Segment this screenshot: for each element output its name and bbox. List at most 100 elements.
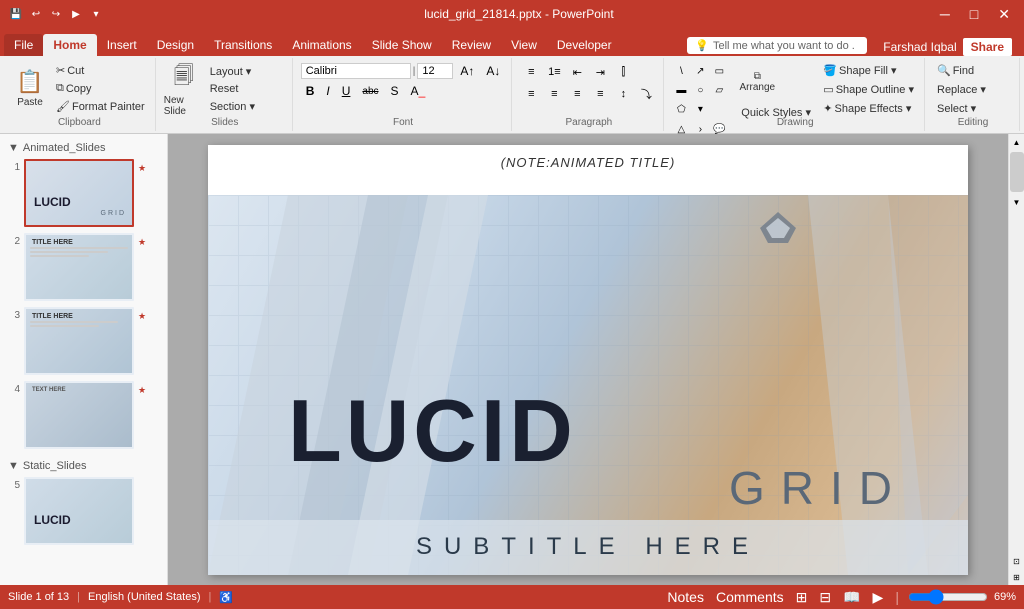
font-name-input[interactable] <box>301 63 411 79</box>
scroll-down-button[interactable]: ▼ <box>1009 194 1024 210</box>
shape-parallelogram[interactable]: ▱ <box>710 81 728 99</box>
slide-thumb-4[interactable]: 4 TEXT HERE ★ <box>4 378 163 452</box>
replace-button[interactable]: Replace ▾ <box>933 81 1013 98</box>
redo-icon[interactable]: ↪ <box>48 6 64 22</box>
layout-button[interactable]: Layout ▾ <box>206 63 286 80</box>
shape-oval[interactable]: ○ <box>691 81 709 99</box>
slide-canvas-area[interactable]: (NOTE:ANIMATED TITLE) <box>168 134 1008 585</box>
shadow-button[interactable]: S <box>386 82 404 100</box>
vertical-scrollbar[interactable]: ▲ ▼ ⊡ ⊞ <box>1008 134 1024 585</box>
close-button[interactable]: ✕ <box>992 4 1016 25</box>
section-static-slides[interactable]: ▼ Static_Slides <box>4 456 163 474</box>
slide-subtitle-word: GRID <box>729 461 908 515</box>
decrease-font-button[interactable]: A↓ <box>481 62 505 80</box>
shape-effects-button[interactable]: ✦ Shape Effects ▾ <box>819 100 918 117</box>
paragraph-group: ≡ 1≡ ⇤ ⇥ ⫿ ≡ ≡ ≡ ≡ ↕ ⤵ Paragraph <box>514 58 664 131</box>
shape-rounded-rect[interactable]: ▬ <box>672 81 690 99</box>
drawing-label: Drawing <box>777 117 814 128</box>
slide-sorter-button[interactable]: ⊟ <box>816 589 834 606</box>
tab-insert[interactable]: Insert <box>97 34 147 56</box>
reset-button[interactable]: Reset <box>206 81 286 97</box>
tab-developer[interactable]: Developer <box>547 34 622 56</box>
present-icon[interactable]: ▶ <box>68 6 84 22</box>
arrange-button[interactable]: ⧉ Arrange <box>737 62 777 102</box>
shape-rect[interactable]: ▭ <box>710 62 728 80</box>
slide-thumb-3[interactable]: 3 TITLE HERE ★ <box>4 304 163 378</box>
tab-home[interactable]: Home <box>43 34 96 56</box>
effects-icon: ✦ <box>823 102 832 115</box>
comments-button[interactable]: Comments <box>713 589 787 605</box>
underline-button[interactable]: U <box>337 82 356 100</box>
reading-view-button[interactable]: 📖 <box>840 589 863 606</box>
editing-label: Editing <box>958 117 989 128</box>
scroll-up-button[interactable]: ▲ <box>1009 134 1024 150</box>
italic-button[interactable]: I <box>321 82 334 100</box>
new-slide-button[interactable]: 🗐 New Slide <box>164 63 204 115</box>
paste-button[interactable]: 📋 Paste <box>10 63 50 115</box>
notes-button[interactable]: Notes <box>664 589 707 605</box>
drawing-group: \ ↗ ▭ ▬ ○ ▱ ⬠ ▾ △ › 💬 ☆ ⧉ <box>666 58 925 131</box>
undo-icon[interactable]: ↩ <box>28 6 44 22</box>
section-button[interactable]: Section ▾ <box>206 98 286 115</box>
slide-count: Slide 1 of 13 <box>8 591 69 603</box>
tab-file[interactable]: File <box>4 34 43 56</box>
tab-slideshow[interactable]: Slide Show <box>362 34 442 56</box>
columns-button[interactable]: ⫿ <box>612 62 634 82</box>
format-painter-button[interactable]: 🖌 Format Painter <box>52 98 149 115</box>
slide-thumb-5[interactable]: 5 LUCID ★ <box>4 474 163 548</box>
copy-icon: ⧉ <box>56 82 64 95</box>
main-area: ▼ Animated_Slides 1 LUCID GRID ★ 2 TITLE… <box>0 134 1024 585</box>
increase-indent-button[interactable]: ⇥ <box>589 62 611 82</box>
numbering-button[interactable]: 1≡ <box>543 62 565 82</box>
bold-button[interactable]: B <box>301 82 320 100</box>
shape-outline-button[interactable]: ▭ Shape Outline ▾ <box>819 81 918 98</box>
font-size-input[interactable] <box>417 63 453 79</box>
font-color-button[interactable]: A_ <box>406 82 431 100</box>
fit-button[interactable]: ⊡ <box>1009 553 1024 569</box>
strikethrough-button[interactable]: abc <box>357 84 383 99</box>
tell-me-input[interactable]: 💡 Tell me what you want to do . <box>687 37 867 54</box>
slide-panel: ▼ Animated_Slides 1 LUCID GRID ★ 2 TITLE… <box>0 134 168 585</box>
zoom-level[interactable]: 69% <box>994 591 1016 603</box>
section2-label: Static_Slides <box>23 460 87 472</box>
maximize-button[interactable]: □ <box>964 4 984 24</box>
tab-design[interactable]: Design <box>147 34 204 56</box>
shape-line[interactable]: \ <box>672 62 690 80</box>
bullets-button[interactable]: ≡ <box>520 62 542 82</box>
shape-pentagon[interactable]: ⬠ <box>672 100 690 118</box>
shape-more[interactable]: ▾ <box>691 100 709 118</box>
text-direction-button[interactable]: ⤵ <box>635 84 657 104</box>
decrease-indent-button[interactable]: ⇤ <box>566 62 588 82</box>
copy-button[interactable]: ⧉ Copy <box>52 80 149 97</box>
tab-transitions[interactable]: Transitions <box>204 34 282 56</box>
align-right-button[interactable]: ≡ <box>566 84 588 104</box>
zoom-slider[interactable] <box>908 589 988 605</box>
tab-view[interactable]: View <box>501 34 547 56</box>
slide2-animation-icon: ★ <box>138 237 146 248</box>
save-icon[interactable]: 💾 <box>8 6 24 22</box>
slide-thumb-1[interactable]: 1 LUCID GRID ★ <box>4 156 163 230</box>
qat-more-icon[interactable]: ▾ <box>88 6 104 22</box>
share-button[interactable]: Share <box>963 38 1012 56</box>
slide-thumb-2[interactable]: 2 TITLE HERE ★ <box>4 230 163 304</box>
scroll-thumb[interactable] <box>1010 152 1024 192</box>
select-button[interactable]: Select ▾ <box>933 100 1013 117</box>
shape-arrow[interactable]: ↗ <box>691 62 709 80</box>
tab-review[interactable]: Review <box>442 34 501 56</box>
slide-num-4: 4 <box>6 381 20 395</box>
justify-button[interactable]: ≡ <box>589 84 611 104</box>
section-animated-slides[interactable]: ▼ Animated_Slides <box>4 138 163 156</box>
accessibility-icon[interactable]: ♿ <box>219 591 233 604</box>
cut-button[interactable]: ✂ Cut <box>52 62 149 79</box>
tab-animations[interactable]: Animations <box>282 34 361 56</box>
increase-font-button[interactable]: A↑ <box>455 62 479 80</box>
line-spacing-button[interactable]: ↕ <box>612 84 634 104</box>
fit-page-button[interactable]: ⊞ <box>1009 569 1024 585</box>
normal-view-button[interactable]: ⊞ <box>793 589 811 606</box>
align-center-button[interactable]: ≡ <box>543 84 565 104</box>
shape-fill-button[interactable]: 🪣 Shape Fill ▾ <box>819 62 918 79</box>
find-button[interactable]: 🔍 Find <box>933 62 1013 79</box>
align-left-button[interactable]: ≡ <box>520 84 542 104</box>
slideshow-button[interactable]: ▶ <box>870 589 887 606</box>
minimize-button[interactable]: ─ <box>934 4 956 24</box>
